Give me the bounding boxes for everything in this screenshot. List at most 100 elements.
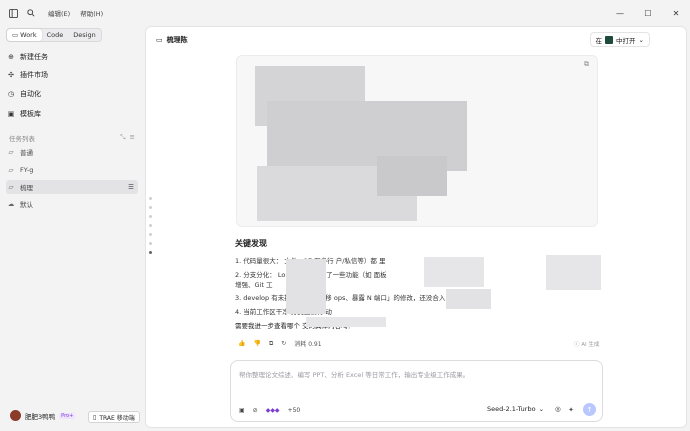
model-name: Seed-2.1-Turbo [487,405,536,413]
menu-help[interactable]: 帮助(H) [80,8,103,18]
finding-item: 增强、Git 工 [235,281,273,289]
message-actions: 👍 👎 ⧉ ↻ 消耗 0.91 [238,339,322,349]
app-icon [605,35,614,44]
avatar [10,410,21,421]
refresh-icon[interactable]: ↻ [281,340,286,347]
menu-edit[interactable]: 编辑(E) [48,8,70,18]
scroll-dot[interactable] [149,215,152,218]
chevron-down-icon: ⌄ [538,405,545,413]
open-in-prefix: 在 [595,36,603,45]
copy-icon[interactable]: ⧉ [584,60,589,69]
section-heading: 关键发现 [235,239,267,248]
copy-icon[interactable]: ⧉ [269,340,273,348]
page-title: ▭ 梳理陈 [156,35,188,45]
trae-mobile-label: TRAE 移动端 [99,414,135,422]
nav-new-task[interactable]: ⊕ 新建任务 [6,49,140,64]
mode-code-tab[interactable]: Code [42,29,69,41]
task-list-tools: ⤡ ≡ [120,133,135,143]
clock-icon: ◷ [7,89,15,98]
nav-plugin-market[interactable]: ✣ 插件市场 [6,67,140,82]
composer-placeholder[interactable]: 帮你整理论文综述、编写 PPT、分析 Excel 等日常工作，输出专业级工作成果… [239,369,469,379]
sparkle-icon[interactable]: ✦ [568,406,574,414]
blurred-content [306,317,386,327]
folder-icon: ▱ [8,148,14,156]
sidebar: ▭ Work Code Design ⊕ 新建任务 ✣ 插件市场 ◷ 自动化 ▣ 模板库 … [0,26,145,431]
open-in-label: 中打开 [616,36,636,45]
search-icon[interactable] [24,6,38,20]
task-item-active[interactable]: ▱ 梳理 ☰ [6,180,138,194]
task-label: 普通 [20,149,33,157]
nav-new-task-label: 新建任务 [20,52,48,61]
model-selector[interactable]: Seed-2.1-Turbo ⌄ ◎ [487,405,561,413]
maximize-icon[interactable]: ☐ [634,0,662,26]
open-in-button[interactable]: 在 中打开 ⌄ [589,32,650,47]
chat-header: ▭ 梳理陈 在 中打开 ⌄ [146,27,688,53]
trae-mobile-button[interactable]: ▯ TRAE 移动端 [88,411,140,423]
filter-icon[interactable]: ≡ [130,133,135,141]
minimize-icon[interactable]: — [606,0,634,26]
blurred-content [377,156,447,196]
sidebar-toggle-icon[interactable] [6,6,20,20]
user-name: 肥肥3鸭鸭 [25,412,56,421]
token-usage: 消耗 0.91 [294,341,322,348]
page-title-text: 梳理陈 [166,36,188,44]
nav-templates[interactable]: ▣ 模板库 [6,106,140,121]
mode-switch: ▭ Work Code Design [6,28,102,42]
task-item[interactable]: ▱ 普通 [6,145,138,159]
mode-work-tab[interactable]: ▭ Work [7,29,42,41]
task-label: 梳理 [20,184,33,192]
scroll-dot[interactable] [149,197,152,200]
nav-templates-label: 模板库 [20,109,41,118]
scroll-indicator[interactable] [149,197,152,254]
phone-icon: ▯ [93,413,97,421]
blurred-content [546,255,601,290]
mode-design-tab[interactable]: Design [68,29,100,41]
attach-icon[interactable]: ⊘ [253,407,258,414]
thumbs-up-icon[interactable]: 👍 [238,340,245,347]
task-item[interactable]: ☁ 默认 [6,197,138,211]
task-label: FY-g [20,166,34,174]
blurred-content [286,259,326,314]
puzzle-icon: ✣ [8,70,14,79]
plugin-count[interactable]: +50 [288,407,301,414]
scroll-dot[interactable] [149,242,152,245]
template-icon: ▣ [7,109,15,118]
composer-tools: ▣ ⊘ ◆◆◆ +50 [239,407,300,414]
screen-icon[interactable]: ▣ [239,407,245,414]
nav-automation[interactable]: ◷ 自动化 [6,86,140,101]
task-item[interactable]: ▱ FY-g [6,163,138,177]
close-icon[interactable]: ✕ [662,0,690,26]
scroll-dot[interactable] [149,206,152,209]
ai-generated-note: ⓘ AI 生成 [574,340,599,348]
briefcase-icon: ▭ [12,31,19,39]
plugin-icons[interactable]: ◆◆◆ [266,407,280,414]
thumbs-down-icon[interactable]: 👎 [253,340,260,347]
collapse-icon[interactable]: ⤡ [120,133,125,141]
target-icon[interactable]: ◎ [555,405,561,413]
composer[interactable]: 帮你整理论文综述、编写 PPT、分析 Excel 等日常工作，输出专业级工作成果… [230,360,603,422]
scroll-dot-current[interactable] [149,251,152,254]
blurred-content [446,289,491,309]
plan-badge: Pro+ [59,412,76,419]
task-label: 默认 [20,201,33,209]
app-window: 编辑(E) 帮助(H) — ☐ ✕ ▭ Work Code Design ⊕ 新建任… [0,0,690,431]
task-list-title: 任务列表 [9,135,35,143]
info-icon: ⓘ [574,342,580,348]
chevron-down-icon: ⌄ [638,35,644,44]
monitor-icon: ▭ [156,36,163,44]
ai-note-text: AI 生成 [581,342,600,348]
scroll-dot[interactable] [149,224,152,227]
list-icon[interactable]: ☰ [128,183,134,191]
nav-plugin-market-label: 插件市场 [20,70,48,79]
window-controls: — ☐ ✕ [606,0,690,26]
blurred-content [424,257,484,287]
main-panel: ▭ 梳理陈 在 中打开 ⌄ ⧉ 关键发现 1. 代码量很大： 户/私信等）都 里… [145,26,687,428]
send-button[interactable]: ↑ [583,403,596,416]
arrow-up-icon: ↑ [586,405,593,414]
nav-automation-label: 自动化 [20,89,41,98]
scroll-dot[interactable] [149,233,152,236]
cloud-icon: ☁ [7,200,15,208]
folder-open-icon: ▱ [8,183,14,191]
user-profile[interactable]: 肥肥3鸭鸭 Pro+ [10,410,76,421]
task-list-header: 任务列表 ⤡ ≡ [9,133,135,143]
